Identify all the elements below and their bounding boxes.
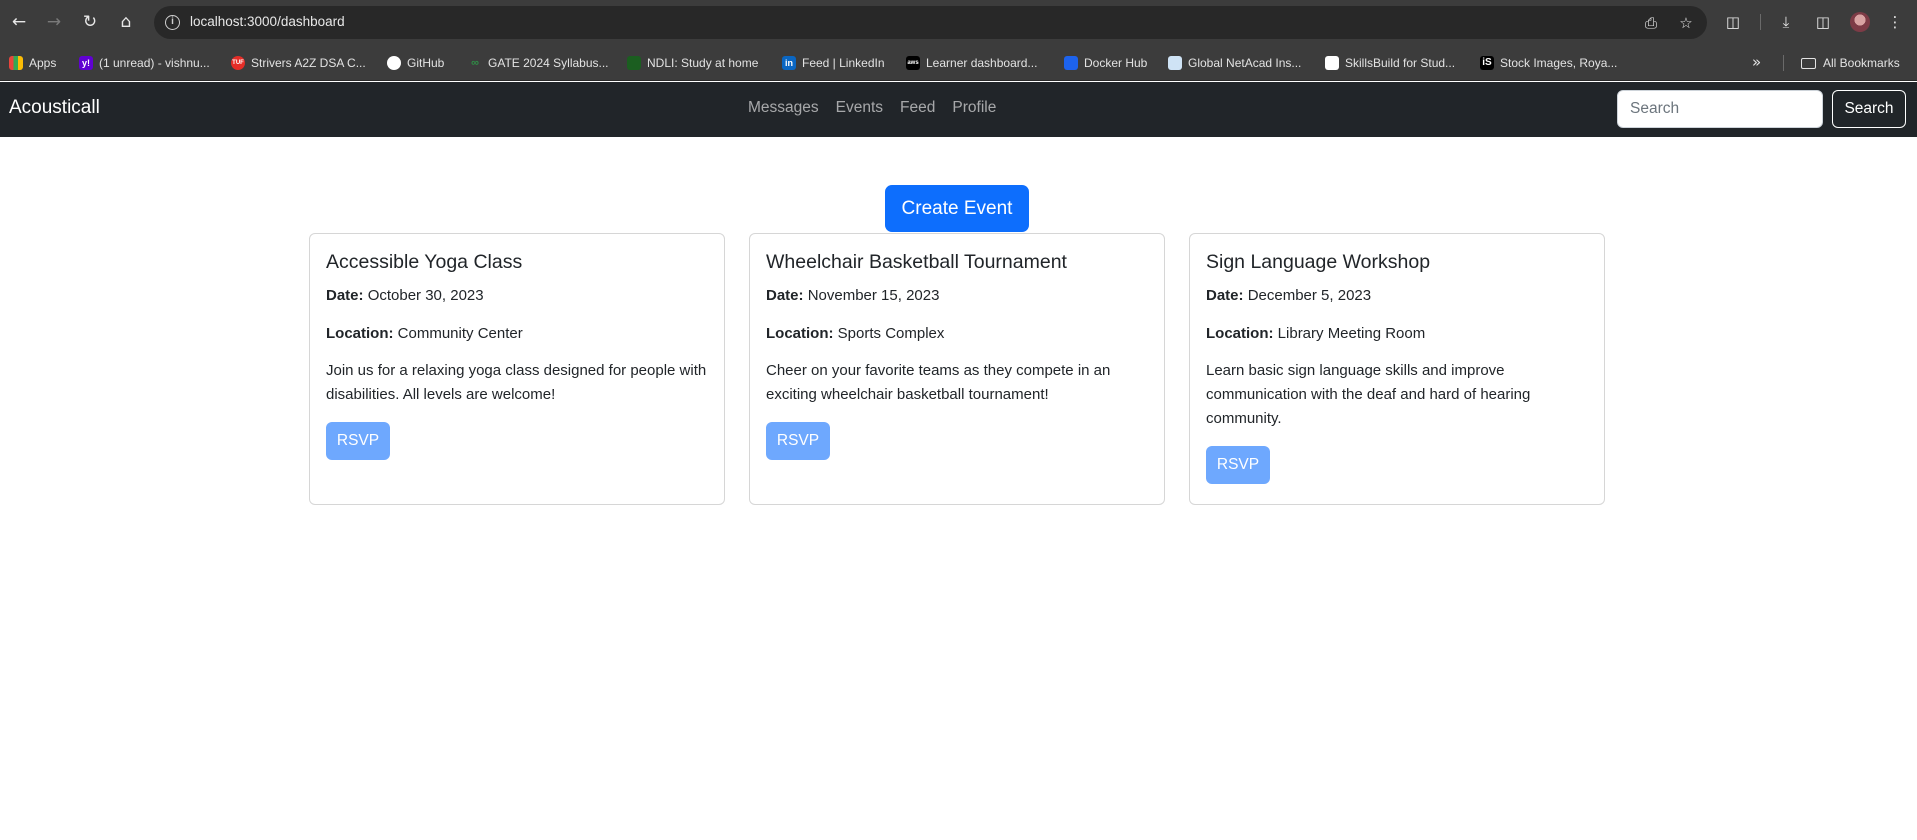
github-icon	[387, 56, 401, 70]
bookmark-label: Stock Images, Roya...	[1500, 56, 1618, 70]
date-value: November 15, 2023	[807, 287, 940, 304]
nav-link-messages[interactable]: Messages	[748, 99, 819, 117]
ndli-icon	[627, 56, 641, 70]
nav-link-profile[interactable]: Profile	[952, 99, 996, 117]
location-value: Sports Complex	[837, 325, 945, 342]
event-card: Accessible Yoga Class Date: October 30, …	[309, 233, 725, 505]
event-date: Date: December 5, 2023	[1206, 287, 1588, 304]
bookmark-label: Global NetAcad Ins...	[1188, 56, 1302, 70]
event-location: Location: Sports Complex	[766, 325, 1148, 342]
star-icon[interactable]: ☆	[1677, 15, 1695, 31]
bookmark-docker[interactable]: Docker Hub	[1064, 45, 1147, 81]
docker-icon	[1064, 56, 1078, 70]
folder-icon	[1801, 57, 1816, 69]
bookmark-gate[interactable]: ∞ GATE 2024 Syllabus...	[468, 45, 609, 81]
rsvp-button[interactable]: RSVP	[1206, 446, 1270, 484]
event-location: Location: Community Center	[326, 325, 708, 342]
search-button[interactable]: Search	[1832, 90, 1906, 128]
location-label: Location:	[766, 325, 834, 342]
nav-link-events[interactable]: Events	[836, 99, 883, 117]
url-text[interactable]: localhost:3000/dashboard	[190, 14, 345, 29]
all-bookmarks-label: All Bookmarks	[1823, 56, 1900, 70]
event-date: Date: November 15, 2023	[766, 287, 1148, 304]
back-button[interactable]: ←	[8, 11, 30, 33]
location-label: Location:	[1206, 325, 1274, 342]
event-description: Join us for a relaxing yoga class design…	[326, 362, 707, 403]
event-title: Sign Language Workshop	[1206, 251, 1431, 273]
bookmark-label: SkillsBuild for Stud...	[1345, 56, 1456, 70]
nav-links: Messages Events Feed Profile	[748, 99, 1013, 117]
event-title: Accessible Yoga Class	[326, 251, 523, 273]
bookmark-ndli[interactable]: NDLI: Study at home	[627, 45, 758, 81]
location-value: Community Center	[397, 325, 523, 342]
bookmark-label: NDLI: Study at home	[647, 56, 759, 70]
browser-toolbar: ← → ↻ ⌂ i localhost:3000/dashboard ⎙ ☆ ◫…	[0, 0, 1917, 45]
bookmark-aws[interactable]: aws Learner dashboard...	[906, 45, 1037, 81]
location-value: Library Meeting Room	[1277, 325, 1426, 342]
bookmark-linkedin[interactable]: in Feed | LinkedIn	[782, 45, 885, 81]
address-bar[interactable]: i localhost:3000/dashboard ⎙ ☆	[154, 6, 1707, 39]
tuf-icon: TUF	[231, 56, 245, 70]
event-location: Location: Library Meeting Room	[1206, 325, 1588, 342]
rsvp-button[interactable]: RSVP	[326, 422, 390, 460]
kebab-menu-icon[interactable]: ⋮	[1884, 11, 1906, 33]
event-card: Wheelchair Basketball Tournament Date: N…	[749, 233, 1165, 505]
bookmark-label: Docker Hub	[1084, 56, 1148, 70]
linkedin-icon: in	[782, 56, 796, 70]
reload-button[interactable]: ↻	[79, 11, 101, 33]
bookmark-label: Apps	[29, 56, 57, 70]
bookmark-github[interactable]: GitHub	[387, 45, 444, 81]
bookmark-istock[interactable]: iS Stock Images, Roya...	[1480, 45, 1617, 81]
rsvp-button[interactable]: RSVP	[766, 422, 830, 460]
istock-icon: iS	[1480, 56, 1494, 70]
bookmark-label: GitHub	[407, 56, 445, 70]
bookmark-yahoo[interactable]: y! (1 unread) - vishnu...	[79, 45, 210, 81]
chevron-double-right-icon[interactable]: »	[1752, 53, 1761, 71]
bookmark-skillsbuild[interactable]: SkillsBuild for Stud...	[1325, 45, 1455, 81]
app-navbar: Acousticall Messages Events Feed Profile…	[0, 82, 1917, 137]
info-icon[interactable]: i	[165, 15, 180, 30]
install-app-icon[interactable]: ⎙	[1642, 15, 1660, 31]
brand-logo[interactable]: Acousticall	[9, 97, 100, 119]
event-card: Sign Language Workshop Date: December 5,…	[1189, 233, 1605, 505]
skillsbuild-icon	[1325, 56, 1339, 70]
bookmark-label: Feed | LinkedIn	[802, 56, 885, 70]
bookmark-label: (1 unread) - vishnu...	[99, 56, 210, 70]
bookmark-label: Learner dashboard...	[926, 56, 1038, 70]
search-input[interactable]	[1617, 90, 1823, 128]
download-icon[interactable]: ⤓	[1775, 11, 1797, 33]
bookmarks-divider	[1783, 55, 1784, 71]
event-description: Cheer on your favorite teams as they com…	[766, 362, 1111, 403]
profile-avatar[interactable]	[1850, 12, 1870, 32]
bookmark-apps[interactable]: Apps	[9, 45, 56, 81]
date-label: Date:	[326, 287, 364, 304]
event-description: Learn basic sign language skills and imp…	[1206, 362, 1531, 427]
side-panel-icon[interactable]: ◫	[1812, 11, 1834, 33]
date-value: December 5, 2023	[1247, 287, 1372, 304]
location-label: Location:	[326, 325, 394, 342]
create-event-button[interactable]: Create Event	[885, 185, 1029, 232]
puzzle-icon[interactable]: ◫	[1722, 11, 1744, 33]
aws-icon: aws	[906, 56, 920, 70]
yahoo-icon: y!	[79, 56, 93, 70]
bookmark-netacad[interactable]: Global NetAcad Ins...	[1168, 45, 1301, 81]
date-label: Date:	[766, 287, 804, 304]
nav-link-feed[interactable]: Feed	[900, 99, 935, 117]
netacad-icon	[1168, 56, 1182, 70]
toolbar-divider	[1760, 14, 1761, 30]
event-date: Date: October 30, 2023	[326, 287, 708, 304]
forward-button[interactable]: →	[43, 11, 65, 33]
bookmark-strivers[interactable]: TUF Strivers A2Z DSA C...	[231, 45, 366, 81]
date-label: Date:	[1206, 287, 1244, 304]
bookmark-label: GATE 2024 Syllabus...	[488, 56, 609, 70]
event-title: Wheelchair Basketball Tournament	[766, 251, 1067, 273]
bookmark-label: Strivers A2Z DSA C...	[251, 56, 366, 70]
gfg-icon: ∞	[471, 57, 479, 69]
home-button[interactable]: ⌂	[115, 11, 137, 33]
bookmarks-bar: Apps y! (1 unread) - vishnu... TUF Striv…	[0, 45, 1917, 81]
apps-grid-icon	[9, 56, 23, 70]
all-bookmarks-button[interactable]: All Bookmarks	[1801, 45, 1900, 81]
date-value: October 30, 2023	[367, 287, 484, 304]
